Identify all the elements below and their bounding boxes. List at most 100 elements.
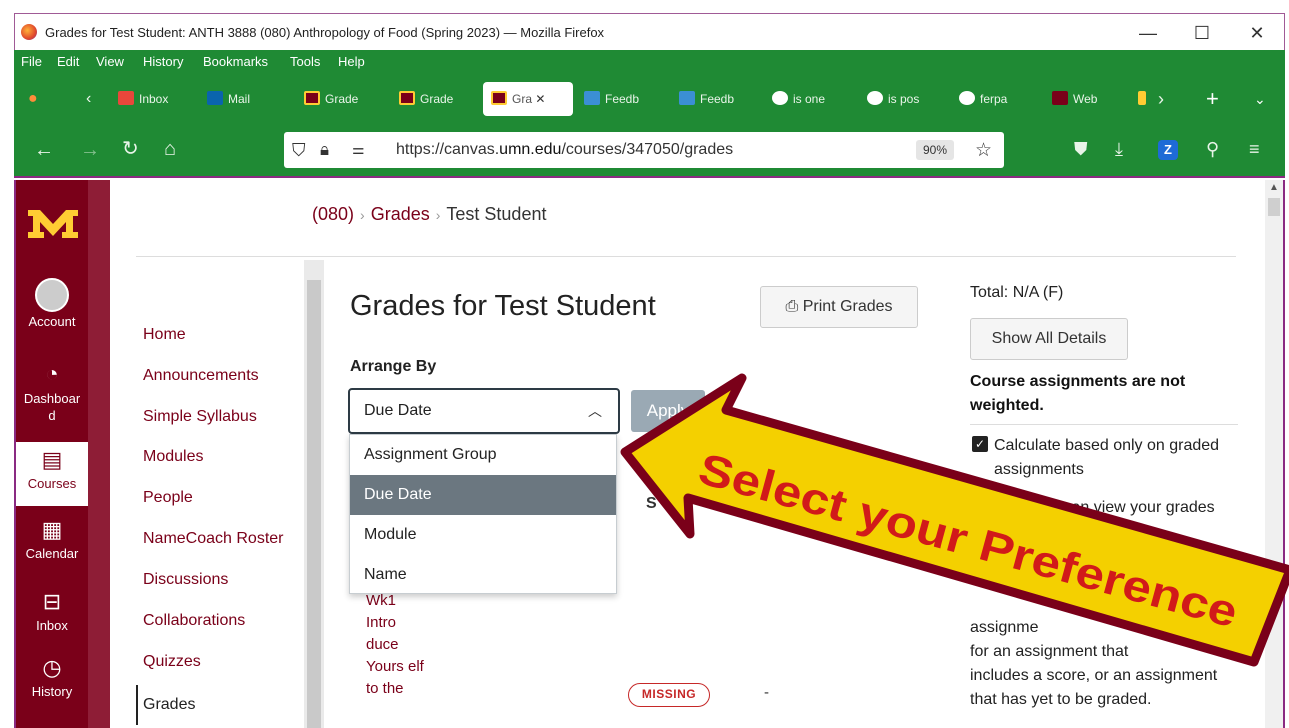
document-icon bbox=[679, 91, 695, 105]
menu-file[interactable]: File bbox=[21, 54, 42, 69]
tab-mail[interactable]: Mail bbox=[207, 82, 250, 116]
graded-only-checkbox[interactable]: ✓ bbox=[972, 436, 988, 452]
google-icon bbox=[772, 91, 788, 105]
option-assignment-group[interactable]: Assignment Group bbox=[350, 435, 616, 475]
extensions-icon[interactable]: ⚲ bbox=[1206, 139, 1219, 159]
tab-google-1[interactable]: is one bbox=[772, 82, 825, 116]
tab-feedback-1[interactable]: Feedb bbox=[584, 82, 639, 116]
dashboard-icon: ◔ bbox=[45, 361, 59, 386]
printer-icon: ⎙ bbox=[785, 298, 799, 315]
google-icon bbox=[959, 91, 975, 105]
arrange-by-label: Arrange By bbox=[350, 358, 437, 375]
pocket-icon[interactable]: ⛊ bbox=[1074, 139, 1088, 159]
course-nav-grades[interactable]: Grades bbox=[136, 685, 195, 725]
global-nav-scrollbar[interactable] bbox=[88, 180, 110, 728]
reload-icon[interactable]: ↻ bbox=[122, 139, 139, 159]
menu-help[interactable]: Help bbox=[338, 54, 365, 69]
option-due-date[interactable]: Due Date bbox=[350, 475, 616, 515]
close-tab-icon[interactable]: ✕ bbox=[535, 92, 545, 106]
option-name[interactable]: Name bbox=[350, 555, 616, 595]
global-nav-dashboard[interactable]: ◔ Dashboar d bbox=[16, 360, 88, 424]
gmail-icon bbox=[118, 91, 134, 105]
zotero-icon[interactable]: Z bbox=[1158, 140, 1178, 160]
option-module[interactable]: Module bbox=[350, 515, 616, 555]
tab-grades-2[interactable]: Grade bbox=[399, 82, 453, 116]
lock-icon[interactable]: 🔒︎ bbox=[320, 140, 329, 160]
calendar-icon: ▦ bbox=[41, 517, 63, 542]
menu-view[interactable]: View bbox=[96, 54, 124, 69]
new-tab-icon[interactable]: + bbox=[1206, 82, 1219, 116]
bookmark-star-icon[interactable]: ☆ bbox=[975, 139, 992, 162]
tabs-scroll-left-icon[interactable]: ‹ bbox=[86, 82, 91, 116]
university-logo-icon[interactable] bbox=[26, 202, 80, 242]
tab-google-2[interactable]: is pos bbox=[867, 82, 919, 116]
course-nav-collaborations[interactable]: Collaborations bbox=[143, 612, 245, 630]
umn-icon bbox=[304, 91, 320, 105]
document-icon bbox=[584, 91, 600, 105]
graded-only-label[interactable]: Calculate based only on graded assignmen… bbox=[994, 434, 1234, 482]
downloads-icon[interactable]: ⤓ bbox=[1115, 139, 1123, 159]
breadcrumb-grades[interactable]: Grades bbox=[371, 204, 430, 224]
outlook-icon bbox=[207, 91, 223, 105]
zoom-level[interactable]: 90% bbox=[915, 140, 954, 160]
maximize-button[interactable]: ☐ bbox=[1182, 20, 1222, 46]
course-nav-quizzes[interactable]: Quizzes bbox=[143, 653, 201, 671]
menu-history[interactable]: History bbox=[143, 54, 183, 69]
show-all-details-button[interactable]: Show All Details bbox=[970, 318, 1128, 360]
home-icon[interactable]: ⌂ bbox=[164, 139, 176, 159]
firefox-view-icon[interactable]: ● bbox=[28, 82, 38, 116]
close-window-button[interactable]: ✕ bbox=[1237, 20, 1277, 46]
apply-button[interactable]: Apply bbox=[631, 390, 705, 432]
minimize-button[interactable]: — bbox=[1128, 20, 1168, 46]
umn-icon bbox=[491, 91, 507, 105]
tab-grades-1[interactable]: Grade bbox=[304, 82, 358, 116]
page-scrollbar[interactable]: ▲ bbox=[1265, 180, 1283, 728]
global-nav-inbox[interactable]: ⊟ Inbox bbox=[16, 588, 88, 633]
global-nav-calendar[interactable]: ▦ Calendar bbox=[16, 516, 88, 561]
course-nav-simple-syllabus[interactable]: Simple Syllabus bbox=[143, 408, 257, 426]
menu-bookmarks[interactable]: Bookmarks bbox=[203, 54, 268, 69]
tab-web[interactable]: Web bbox=[1052, 82, 1097, 116]
umn-icon bbox=[399, 91, 415, 105]
global-nav-history[interactable]: ◷ History bbox=[16, 654, 88, 699]
clock-icon: ◷ bbox=[42, 655, 62, 680]
menu-tools[interactable]: Tools bbox=[290, 54, 320, 69]
course-nav-people[interactable]: People bbox=[143, 489, 193, 507]
tabs-scroll-right-icon[interactable]: › bbox=[1158, 82, 1164, 116]
extension-icon[interactable] bbox=[1138, 82, 1151, 116]
course-nav-scrollbar[interactable] bbox=[304, 260, 324, 728]
course-nav-home[interactable]: Home bbox=[143, 326, 186, 344]
global-nav-account[interactable]: Account bbox=[16, 278, 88, 329]
tab-feedback-2[interactable]: Feedb bbox=[679, 82, 734, 116]
url-text[interactable]: https://canvas.umn.edu/courses/347050/gr… bbox=[396, 141, 733, 159]
global-nav-courses[interactable]: ▤ Courses bbox=[16, 442, 88, 506]
course-nav-announcements[interactable]: Announcements bbox=[143, 367, 259, 385]
permissions-icon[interactable]: ⚌ bbox=[352, 141, 365, 158]
scrollbar-thumb[interactable] bbox=[307, 280, 321, 728]
scrollbar-thumb[interactable] bbox=[1268, 198, 1280, 216]
course-nav-discussions[interactable]: Discussions bbox=[143, 571, 228, 589]
list-all-tabs-icon[interactable]: ⌄ bbox=[1254, 82, 1266, 116]
course-nav-namecoach-roster[interactable]: NameCoach Roster bbox=[143, 530, 284, 548]
url-bar[interactable]: ⛉ 🔒︎ ⚌ https://canvas.umn.edu/courses/34… bbox=[284, 132, 1004, 168]
app-menu-icon[interactable]: ≡ bbox=[1249, 139, 1260, 159]
assignment-link[interactable]: Wk1 Intro duce Yours elf to the bbox=[366, 590, 426, 700]
menu-edit[interactable]: Edit bbox=[57, 54, 79, 69]
tab-grades-active[interactable]: Gra ✕ bbox=[483, 82, 573, 116]
forward-icon[interactable]: → bbox=[80, 140, 100, 160]
shield-icon[interactable]: ⛉ bbox=[292, 140, 306, 161]
course-nav-modules[interactable]: Modules bbox=[143, 448, 203, 466]
book-icon: ▤ bbox=[41, 447, 63, 472]
navigation-bar: ← → ↻ ⌂ ⛉ 🔒︎ ⚌ https://canvas.umn.edu/co… bbox=[14, 122, 1285, 178]
tab-google-3[interactable]: ferpa bbox=[959, 82, 1007, 116]
breadcrumb-course[interactable]: (080) bbox=[312, 204, 354, 224]
print-grades-button[interactable]: ⎙ Print Grades bbox=[760, 286, 918, 328]
divider bbox=[136, 256, 1236, 257]
page-content: Account ◔ Dashboar d ▤ Courses ▦ Calenda… bbox=[14, 180, 1285, 728]
tab-inbox[interactable]: Inbox bbox=[118, 82, 168, 116]
scroll-up-icon[interactable]: ▲ bbox=[1269, 182, 1279, 193]
back-icon[interactable]: ← bbox=[34, 140, 54, 160]
arrange-by-select[interactable]: Due Date ︿ bbox=[348, 388, 620, 434]
global-navigation: Account ◔ Dashboar d ▤ Courses ▦ Calenda… bbox=[16, 180, 88, 728]
window-title: Grades for Test Student: ANTH 3888 (080)… bbox=[45, 25, 605, 40]
